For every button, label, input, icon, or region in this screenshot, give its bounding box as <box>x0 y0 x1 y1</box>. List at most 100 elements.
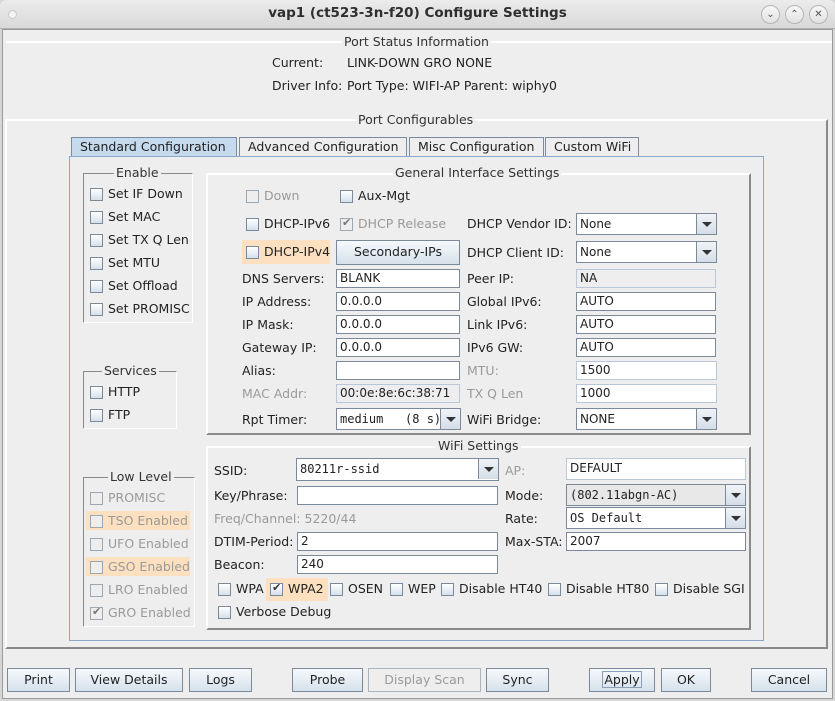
display-scan-button[interactable]: Display Scan <box>368 668 481 692</box>
tx-q-len-input[interactable]: 1000 <box>576 384 717 403</box>
apply-button[interactable]: Apply <box>589 668 655 692</box>
dns-servers-input[interactable]: BLANK <box>336 269 460 288</box>
wifi-settings-legend: WiFi Settings <box>436 438 521 453</box>
ipv6-gw-label: IPv6 GW: <box>467 340 524 355</box>
tab-custom-wifi[interactable]: Custom WiFi <box>545 137 639 157</box>
global-ipv6-input[interactable]: AUTO <box>576 292 716 311</box>
set-promisc-checkbox[interactable]: Set PROMISC <box>90 301 190 316</box>
driver-info-value: Port Type: WIFI-AP Parent: wiphy0 <box>347 78 557 93</box>
mac-addr-label: MAC Addr: <box>242 386 308 401</box>
key-phrase-input[interactable] <box>297 486 498 505</box>
peer-ip-input[interactable]: NA <box>576 269 716 288</box>
gso-enabled-checkbox[interactable]: GSO Enabled <box>86 557 190 576</box>
current-value: LINK-DOWN GRO NONE <box>347 55 493 70</box>
aux-mgt-checkbox[interactable]: Aux-Mgt <box>340 188 410 203</box>
global-ipv6-label: Global IPv6: <box>467 294 542 309</box>
current-label: Current: <box>272 55 324 70</box>
ftp-checkbox[interactable]: FTP <box>90 407 130 422</box>
wpa-checkbox[interactable]: WPA <box>218 581 264 596</box>
tab-misc-configuration[interactable]: Misc Configuration <box>409 137 544 157</box>
chevron-down-icon <box>725 508 745 528</box>
link-ipv6-label: Link IPv6: <box>467 317 528 332</box>
wpa2-checkbox[interactable]: WPA2 <box>266 578 328 601</box>
ok-button[interactable]: OK <box>661 668 711 692</box>
window-title: vap1 (ct523-3n-f20) Configure Settings <box>268 5 567 21</box>
rate-label: Rate: <box>505 511 538 526</box>
close-icon[interactable]: ✕ <box>809 5 828 24</box>
disable-sgi-checkbox[interactable]: Disable SGI <box>655 581 745 596</box>
maximize-icon[interactable]: ⌃ <box>785 5 804 24</box>
tab-standard-configuration[interactable]: Standard Configuration <box>71 137 237 157</box>
max-sta-input[interactable]: 2007 <box>566 532 746 551</box>
wifi-bridge-select[interactable]: NONE <box>576 408 717 430</box>
general-interface-legend: General Interface Settings <box>393 165 562 180</box>
link-ipv6-input[interactable]: AUTO <box>576 315 716 334</box>
rpt-timer-label: Rpt Timer: <box>242 412 308 427</box>
dhcp-vendor-id-select[interactable]: None <box>576 213 717 235</box>
minimize-icon[interactable]: ⌄ <box>761 5 780 24</box>
dtim-period-input[interactable]: 2 <box>297 532 498 551</box>
cancel-button[interactable]: Cancel <box>751 668 827 692</box>
ap-input[interactable]: DEFAULT <box>566 458 746 480</box>
verbose-debug-checkbox[interactable]: Verbose Debug <box>218 604 331 619</box>
promisc-checkbox[interactable]: PROMISC <box>86 488 190 507</box>
enable-legend: Enable <box>114 165 161 180</box>
tx-q-len-label: TX Q Len <box>467 386 524 401</box>
dtim-period-label: DTIM-Period: <box>214 534 294 549</box>
alias-input[interactable] <box>336 361 460 380</box>
sync-button[interactable]: Sync <box>486 668 549 692</box>
set-mtu-checkbox[interactable]: Set MTU <box>90 255 160 270</box>
mtu-input[interactable]: 1500 <box>576 361 717 380</box>
osen-checkbox[interactable]: OSEN <box>330 581 383 596</box>
rpt-timer-select[interactable]: medium (8 s) <box>336 408 461 430</box>
ssid-select[interactable]: 80211r-ssid <box>296 458 499 481</box>
services-legend: Services <box>102 363 159 378</box>
mode-select[interactable]: (802.11abgn-AC) <box>566 484 746 506</box>
wep-checkbox[interactable]: WEP <box>390 581 436 596</box>
apply-button-label: Apply <box>602 671 642 688</box>
chevron-down-icon <box>696 214 716 234</box>
disable-ht80-checkbox[interactable]: Disable HT80 <box>548 581 649 596</box>
chevron-down-icon <box>696 242 716 262</box>
tab-advanced-configuration[interactable]: Advanced Configuration <box>239 137 407 157</box>
lro-enabled-checkbox[interactable]: LRO Enabled <box>86 580 190 599</box>
gateway-ip-input[interactable]: 0.0.0.0 <box>336 338 460 357</box>
port-status-legend: Port Status Information <box>342 34 491 49</box>
ufo-enabled-checkbox[interactable]: UFO Enabled <box>86 534 190 553</box>
dhcp-ipv4-checkbox[interactable]: DHCP-IPv4 <box>242 240 330 264</box>
dhcp-ipv6-checkbox[interactable]: DHCP-IPv6 <box>246 216 330 231</box>
probe-button[interactable]: Probe <box>292 668 363 692</box>
set-tx-q-len-checkbox[interactable]: Set TX Q Len <box>90 232 189 247</box>
secondary-ips-button[interactable]: Secondary-IPs <box>336 240 460 265</box>
tso-enabled-checkbox[interactable]: TSO Enabled <box>86 511 190 530</box>
ip-mask-input[interactable]: 0.0.0.0 <box>336 315 460 334</box>
print-button[interactable]: Print <box>7 668 70 692</box>
http-checkbox[interactable]: HTTP <box>90 384 140 399</box>
set-if-down-checkbox[interactable]: Set IF Down <box>90 186 183 201</box>
rate-select[interactable]: OS Default <box>566 507 746 529</box>
logs-button[interactable]: Logs <box>189 668 252 692</box>
gateway-ip-label: Gateway IP: <box>242 340 317 355</box>
chevron-down-icon <box>478 459 498 479</box>
peer-ip-label: Peer IP: <box>467 271 515 286</box>
disable-ht40-checkbox[interactable]: Disable HT40 <box>441 581 542 596</box>
set-offload-checkbox[interactable]: Set Offload <box>90 278 178 293</box>
beacon-input[interactable]: 240 <box>297 555 498 574</box>
ssid-label: SSID: <box>214 463 248 478</box>
mtu-label: MTU: <box>467 363 499 378</box>
dhcp-release-checkbox[interactable]: DHCP Release <box>340 216 446 231</box>
chevron-down-icon <box>440 409 460 429</box>
freq-channel-label: Freq/Channel: 5220/44 <box>214 511 357 526</box>
set-mac-checkbox[interactable]: Set MAC <box>90 209 160 224</box>
mac-addr-input[interactable]: 00:0e:8e:6c:38:71 <box>336 384 460 403</box>
down-checkbox[interactable]: Down <box>246 188 299 203</box>
wifi-bridge-label: WiFi Bridge: <box>467 412 542 427</box>
driver-info-label: Driver Info: <box>272 78 343 93</box>
ip-address-input[interactable]: 0.0.0.0 <box>336 292 460 311</box>
dhcp-client-id-select[interactable]: None <box>576 241 717 263</box>
mode-label: Mode: <box>505 488 544 503</box>
ip-address-label: IP Address: <box>242 294 312 309</box>
ipv6-gw-input[interactable]: AUTO <box>576 338 716 357</box>
gro-enabled-checkbox[interactable]: GRO Enabled <box>86 603 191 622</box>
view-details-button[interactable]: View Details <box>75 668 183 692</box>
